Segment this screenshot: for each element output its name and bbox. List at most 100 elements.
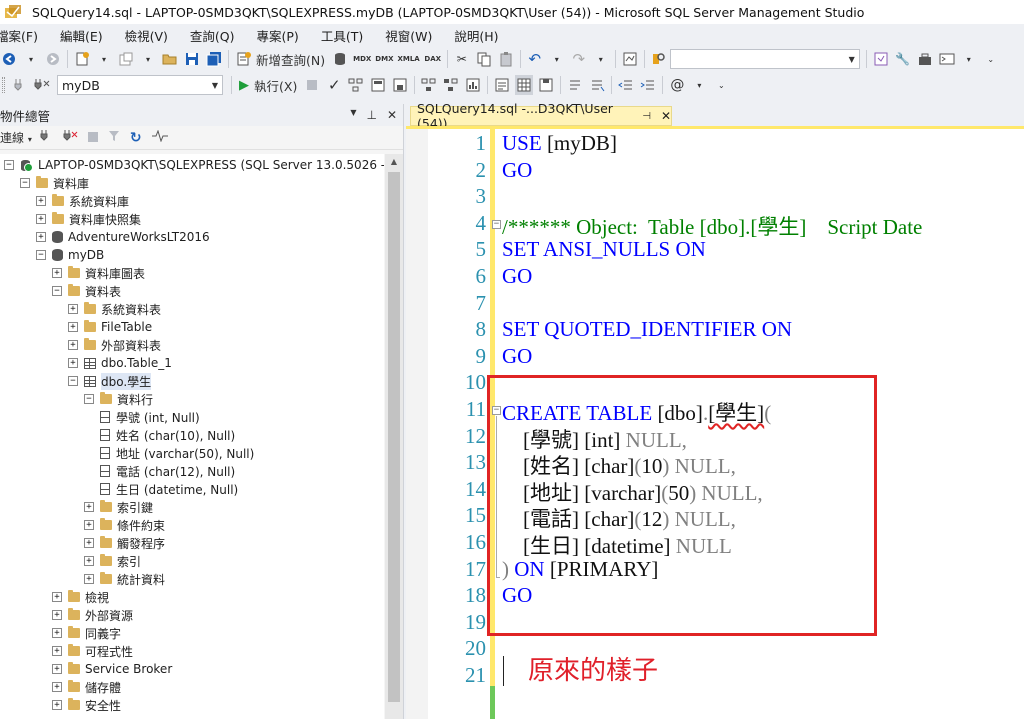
add-item-icon[interactable] [117,49,135,69]
menu-item[interactable]: 編輯(E) [60,26,103,45]
pin-icon[interactable]: ⊣ [642,111,651,122]
expand-icon[interactable]: + [84,520,94,530]
menu-item[interactable]: 檔案(F) [0,26,38,45]
menu-item[interactable]: 檢視(V) [125,26,168,45]
db-engine-query-icon[interactable] [331,49,349,69]
customize-toolbar-icon[interactable]: ⌄ [712,75,730,95]
tree-node[interactable]: + 系統資料表 [68,300,161,318]
tree-node[interactable]: + 觸發程序 [84,534,165,552]
tree-node[interactable]: + 檢視 [52,588,109,606]
expand-icon[interactable]: + [52,592,62,602]
dropdown-arrow-icon[interactable]: ▾ [22,49,40,69]
dropdown-arrow-icon[interactable]: ▾ [592,49,610,69]
expand-icon[interactable]: + [36,214,46,224]
uncomment-icon[interactable] [588,75,606,95]
expand-icon[interactable]: + [52,664,62,674]
collapse-icon[interactable]: − [68,376,78,386]
collapse-icon[interactable]: − [4,160,14,170]
activity-icon[interactable] [151,129,168,145]
tree-node[interactable]: − 資料行 [84,390,153,408]
expand-icon[interactable]: + [68,322,78,332]
expand-icon[interactable]: + [36,232,46,242]
window-position-dropdown-icon[interactable]: ▼ [350,108,356,122]
tree-node[interactable]: + 儲存體 [52,678,121,696]
expand-icon[interactable]: + [52,628,62,638]
increase-indent-icon[interactable] [639,75,657,95]
menu-item[interactable]: 查詢(Q) [190,26,235,45]
tree-node[interactable]: + 可程式性 [52,642,133,660]
menu-item[interactable]: 說明(H) [454,26,498,45]
tree-node[interactable]: + 索引鍵 [84,498,153,516]
wrench-icon[interactable]: 🔧 [894,49,912,69]
specify-values-icon[interactable]: @ [668,75,686,95]
collapse-icon[interactable]: − [36,250,46,260]
toolbar-grip[interactable] [2,77,5,93]
save-icon[interactable] [183,49,201,69]
tree-node[interactable]: 姓名 (char(10), Null) [100,426,235,444]
intellisense-icon[interactable] [420,75,438,95]
expand-icon[interactable]: + [68,358,78,368]
dmx-query-icon[interactable]: DMX [375,49,393,69]
close-icon[interactable]: ✕ [661,109,671,123]
menu-item[interactable]: 專案(P) [257,26,299,45]
expand-icon[interactable]: + [68,340,78,350]
expand-icon[interactable]: + [84,538,94,548]
customize-toolbar-icon[interactable]: ⌄ [982,49,1000,69]
change-connection-icon[interactable] [33,75,51,95]
forward-icon[interactable] [44,49,62,69]
tree-node[interactable]: + FileTable [68,318,152,336]
tree-node[interactable]: 地址 (varchar(50), Null) [100,444,254,462]
refresh-icon[interactable]: ↻ [130,130,142,146]
scroll-up-icon[interactable]: ▲ [385,154,403,170]
template-explorer-icon[interactable] [872,49,890,69]
expand-icon[interactable]: + [84,574,94,584]
dropdown-arrow-icon[interactable]: ▾ [960,49,978,69]
tree-node[interactable]: + 外部資源 [52,606,133,624]
tree-node[interactable]: + 系統資料庫 [36,192,129,210]
redo-icon[interactable]: ↷ [570,49,588,69]
tree-node[interactable]: + 資料庫快照集 [36,210,141,228]
chevron-down-icon[interactable]: ▼ [849,55,855,64]
connect-icon[interactable] [11,75,29,95]
dropdown-arrow-icon[interactable]: ▾ [690,75,708,95]
results-to-file-icon[interactable] [537,75,555,95]
dax-query-icon[interactable]: DAX [424,49,442,69]
expand-icon[interactable]: + [68,304,78,314]
object-explorer-scrollbar[interactable]: ▲ [385,154,403,719]
dropdown-arrow-icon[interactable]: ▾ [548,49,566,69]
collapse-icon[interactable]: − [84,394,94,404]
tree-node[interactable]: + 資料庫圖表 [52,264,145,282]
tree-node[interactable]: + 索引 [84,552,141,570]
tree-node[interactable]: + 同義字 [52,624,121,642]
results-to-text-icon[interactable] [493,75,511,95]
paste-icon[interactable] [497,49,515,69]
decrease-indent-icon[interactable] [617,75,635,95]
tree-node[interactable]: + 統計資料 [84,570,165,588]
pin-icon[interactable]: ⊥ [366,108,376,122]
tree-node[interactable]: + 外部資料表 [68,336,161,354]
cut-icon[interactable]: ✂ [453,49,471,69]
tree-node[interactable]: 學號 (int, Null) [100,408,200,426]
stop-icon[interactable] [87,131,98,145]
tree-node[interactable]: + AdventureWorksLT2016 [36,228,210,246]
query-designer-icon[interactable] [369,75,387,95]
disconnect-icon[interactable] [62,129,78,146]
chevron-down-icon[interactable]: ▼ [212,81,218,90]
dropdown-arrow-icon[interactable]: ▾ [139,49,157,69]
expand-icon[interactable]: + [36,196,46,206]
comment-out-icon[interactable] [566,75,584,95]
close-icon[interactable]: ✕ [387,108,397,122]
menu-item[interactable]: 工具(T) [321,26,363,45]
collapse-icon[interactable]: − [52,286,62,296]
query-options-icon[interactable] [391,75,409,95]
filter-icon[interactable] [108,130,120,145]
client-statistics-icon[interactable] [464,75,482,95]
expand-icon[interactable]: + [52,682,62,692]
back-icon[interactable] [0,49,18,69]
save-all-icon[interactable] [205,49,223,69]
search-icon[interactable] [650,49,668,69]
tree-node[interactable]: + 安全性 [52,696,121,714]
expand-icon[interactable]: + [84,556,94,566]
expand-icon[interactable]: + [52,700,62,710]
tree-node[interactable]: − myDB [36,246,104,264]
